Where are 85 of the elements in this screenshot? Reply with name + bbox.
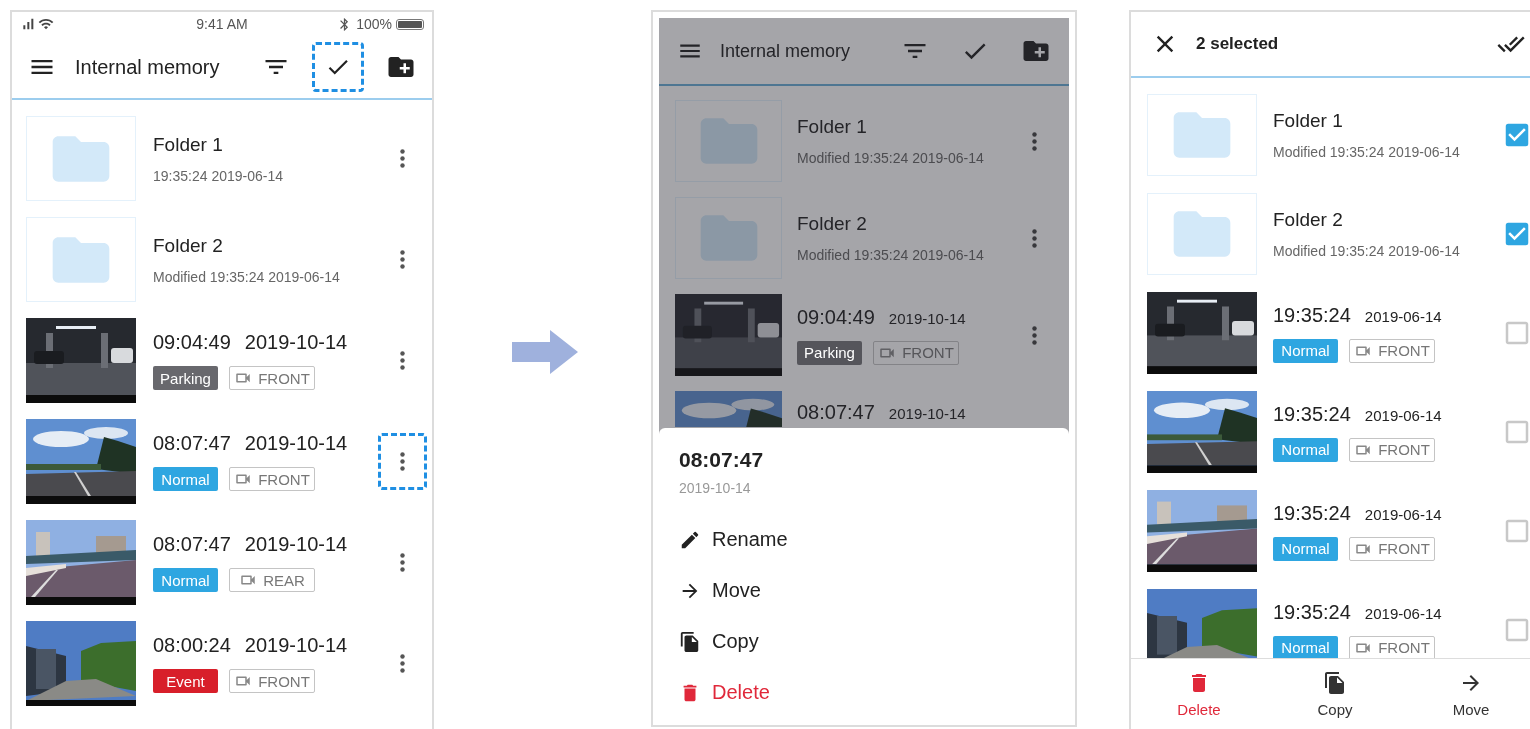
more-icon — [400, 351, 405, 370]
modified-time: 19:35:24 2019-06-14 — [153, 167, 284, 184]
modified-time: Modified 19:35:24 2019-06-14 — [797, 247, 985, 263]
modified-time: Modified 19:35:24 2019-06-14 — [153, 268, 341, 285]
menu-label: Copy — [712, 630, 759, 653]
menu-item[interactable]: Move — [679, 565, 761, 616]
sheet-title: 08:07:47 — [679, 448, 765, 472]
video-date: 2019-10-14 — [244, 533, 348, 556]
menu-item[interactable]: Rename — [679, 514, 788, 565]
video-date: 2019-10-14 — [888, 309, 966, 327]
battery-percent: 100% — [356, 16, 392, 32]
screen-title: Internal memory — [720, 40, 851, 62]
select-button[interactable] — [312, 42, 364, 92]
status-tag: Normal — [1273, 338, 1338, 363]
menu-label: Rename — [712, 528, 788, 551]
battery-icon — [396, 18, 424, 30]
video-date: 2019-06-14 — [1364, 505, 1442, 523]
menu-label: Move — [712, 579, 761, 602]
video-time: 08:00:24 — [153, 634, 231, 657]
camera-label: FRONT — [1378, 639, 1430, 656]
folder-name: Folder 2 — [1273, 209, 1344, 231]
video-time: 19:35:24 — [1273, 402, 1351, 426]
more-icon — [1031, 325, 1037, 345]
video-time: 09:04:49 — [153, 331, 231, 354]
status-tag: Parking — [153, 366, 218, 390]
video-date: 2019-06-14 — [1364, 604, 1442, 622]
status-tag: Normal — [1273, 437, 1338, 462]
video-time: 08:07:47 — [153, 533, 231, 556]
more-icon — [400, 553, 405, 572]
status-tag: Parking — [797, 340, 862, 365]
modified-time: Modified 19:35:24 2019-06-14 — [1273, 243, 1461, 259]
video-date: 2019-10-14 — [244, 432, 348, 455]
video-time: 09:04:49 — [797, 305, 875, 329]
modified-time: Modified 19:35:24 2019-06-14 — [1273, 144, 1461, 160]
menu-item[interactable]: Delete — [679, 667, 770, 718]
copy-icon[interactable] — [1323, 670, 1347, 695]
video-time: 19:35:24 — [1273, 501, 1351, 525]
selection-count: 2 selected — [1196, 34, 1279, 54]
camera-label: REAR — [263, 571, 305, 589]
status-tag: Event — [153, 669, 218, 693]
video-date: 2019-10-14 — [888, 405, 966, 422]
arrow-icon — [512, 330, 578, 374]
more-icon — [1031, 228, 1037, 248]
wifi-icon — [38, 16, 54, 32]
folder-name: Folder 1 — [797, 116, 868, 138]
status-tag: Normal — [153, 568, 218, 592]
clock-time: 9:41 AM — [196, 16, 248, 32]
more-button[interactable] — [378, 433, 427, 490]
more-icon — [400, 149, 405, 168]
folder-name: Folder 2 — [153, 234, 224, 257]
sheet-subtitle: 2019-10-14 — [679, 480, 752, 496]
modified-time: Modified 19:35:24 2019-06-14 — [797, 150, 985, 166]
signal-icon — [20, 16, 36, 32]
status-tag: Normal — [153, 467, 218, 491]
video-time: 08:07:47 — [797, 401, 875, 424]
copy-icon — [679, 630, 701, 653]
folder-name: Folder 2 — [797, 213, 868, 235]
status-tag: Normal — [1273, 635, 1338, 658]
menu-label: Delete — [712, 681, 770, 704]
more-icon — [1031, 131, 1037, 151]
action-label[interactable]: Delete — [1177, 700, 1221, 718]
video-date: 2019-10-14 — [244, 331, 348, 354]
camera-label: FRONT — [258, 672, 310, 690]
video-date: 2019-06-14 — [1364, 406, 1442, 424]
action-label[interactable]: Copy — [1317, 700, 1353, 718]
action-label[interactable]: Move — [1452, 700, 1490, 718]
video-date: 2019-10-14 — [244, 634, 348, 657]
status-tag: Normal — [1273, 536, 1338, 561]
camera-label: FRONT — [258, 369, 310, 387]
folder-name: Folder 1 — [153, 133, 224, 156]
folder-name: Folder 1 — [1273, 110, 1344, 132]
menu-item[interactable]: Copy — [679, 616, 759, 667]
camera-label: FRONT — [902, 344, 954, 361]
screen-title: Internal memory — [75, 55, 220, 79]
more-icon — [400, 654, 405, 673]
video-time: 19:35:24 — [1273, 600, 1351, 624]
more-icon — [400, 250, 405, 269]
camera-label: FRONT — [1378, 342, 1430, 359]
more-icon — [400, 452, 405, 471]
video-time: 08:07:47 — [153, 432, 231, 455]
video-date: 2019-06-14 — [1364, 307, 1442, 325]
video-time: 19:35:24 — [1273, 303, 1351, 327]
camera-label: FRONT — [1378, 441, 1430, 458]
camera-label: FRONT — [1378, 540, 1430, 557]
camera-label: FRONT — [258, 470, 310, 488]
